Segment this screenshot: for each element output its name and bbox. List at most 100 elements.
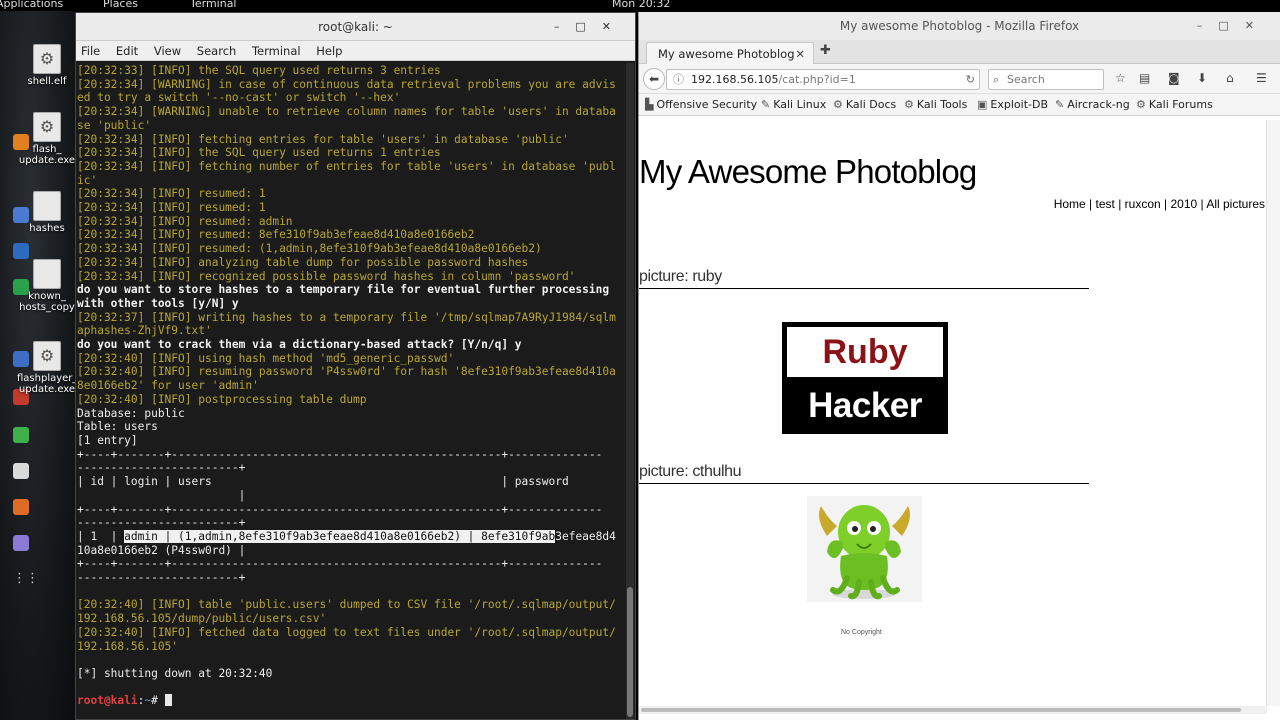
library-icon[interactable]: ▤ bbox=[1139, 71, 1150, 85]
desktop-icon-hashes[interactable]: hashes bbox=[17, 191, 77, 234]
nav-2010[interactable]: 2010 bbox=[1170, 197, 1197, 211]
bookmark-kali-docs[interactable]: ⚙ Kali Docs bbox=[833, 94, 896, 115]
desktop-icon-known-hosts[interactable]: known_ hosts_copy bbox=[17, 259, 77, 313]
url-host: 192.168.56.105 bbox=[691, 73, 779, 86]
terminal-scrollbar[interactable] bbox=[626, 63, 634, 719]
bookmark-offensive-security[interactable]: ▙ Offensive Security bbox=[645, 94, 757, 115]
show-apps-icon[interactable]: ⋮⋮ bbox=[13, 571, 39, 587]
terminal-line: [20:32:40] [INFO] postprocessing table d… bbox=[77, 392, 367, 406]
shell-prompt: root@kali:~# bbox=[77, 694, 626, 708]
search-input[interactable]: ⌕ Search bbox=[988, 69, 1104, 90]
page-vertical-scrollbar[interactable] bbox=[1266, 120, 1280, 706]
firefox-window[interactable]: My awesome Photoblog - Mozilla Firefox –… bbox=[638, 12, 1280, 720]
places-menu[interactable]: Places bbox=[103, 0, 138, 9]
back-button[interactable]: ⬅ bbox=[643, 68, 665, 90]
terminal-line: 8e0166eb2' for user 'admin' bbox=[77, 379, 259, 393]
close-icon[interactable]: ✕ bbox=[602, 20, 627, 33]
cursor bbox=[164, 694, 172, 707]
minimize-icon[interactable]: – bbox=[554, 20, 576, 33]
footer-text: No Copyright bbox=[841, 629, 882, 636]
ruby-hacker-image[interactable]: Ruby Hacker bbox=[782, 322, 948, 434]
terminal-line: [20:32:34] [INFO] fetching entries for t… bbox=[77, 132, 569, 146]
clock[interactable]: Mon 20:32 bbox=[612, 0, 670, 9]
terminal-line: do you want to crack them via a dictiona… bbox=[77, 338, 522, 352]
app-dock-icon[interactable] bbox=[13, 463, 29, 479]
bookmark-star-icon[interactable]: ☆ bbox=[1115, 71, 1126, 85]
cthulhu-image[interactable] bbox=[807, 496, 922, 602]
menu-view[interactable]: View bbox=[154, 44, 181, 58]
download-icon[interactable]: ⬇ bbox=[1197, 71, 1207, 85]
tab-strip: My awesome Photoblog ✕ ✚ bbox=[639, 40, 1280, 65]
navigation-toolbar: ⬅ ⓘ 192.168.56.105/cat.php?id=1 ↻ ⌕ Sear… bbox=[639, 64, 1280, 94]
terminal-line: | bbox=[77, 488, 246, 502]
bookmark-kali-linux[interactable]: ✎ Kali Linux bbox=[761, 94, 826, 115]
nav-all-pictures[interactable]: All pictures bbox=[1206, 197, 1265, 211]
url-path: /cat.php?id=1 bbox=[778, 73, 856, 86]
nav-test[interactable]: test bbox=[1096, 197, 1115, 211]
app-dock-icon[interactable] bbox=[13, 243, 29, 259]
new-tab-icon[interactable]: ✚ bbox=[820, 43, 831, 58]
terminal-line: ------------------------+ bbox=[77, 516, 246, 530]
bookmark-aircrack-ng[interactable]: ✎ Aircrack-ng bbox=[1055, 94, 1130, 115]
menu-icon[interactable]: ☰ bbox=[1256, 71, 1267, 85]
terminal-line: se 'public' bbox=[77, 118, 152, 132]
terminal-window[interactable]: root@kali: ~ –□✕ File Edit View Search T… bbox=[75, 12, 636, 720]
page-horizontal-scrollbar[interactable] bbox=[639, 706, 1267, 714]
app-dock-icon[interactable] bbox=[13, 427, 29, 443]
terminal-line: 192.168.56.105' bbox=[77, 639, 179, 653]
document-icon bbox=[33, 259, 61, 289]
terminal-line: | id | login | users | password bbox=[77, 475, 569, 489]
menu-search[interactable]: Search bbox=[197, 44, 237, 58]
terminal-titlebar[interactable]: root@kali: ~ –□✕ bbox=[76, 13, 635, 41]
terminal-line: do you want to store hashes to a tempora… bbox=[77, 283, 610, 297]
tab-photoblog[interactable]: My awesome Photoblog ✕ bbox=[646, 42, 814, 65]
terminal-line: [20:32:34] [INFO] resumed: 1 bbox=[77, 201, 266, 215]
gear-icon: ⚙ bbox=[33, 341, 61, 371]
terminal-line: [1 entry] bbox=[77, 433, 138, 447]
maximize-icon[interactable]: □ bbox=[575, 20, 601, 33]
menu-edit[interactable]: Edit bbox=[116, 44, 138, 58]
terminal-output[interactable]: [20:32:33] [INFO] the SQL query used ret… bbox=[76, 63, 626, 719]
close-tab-icon[interactable]: ✕ bbox=[795, 43, 805, 65]
url-bar[interactable]: ⓘ 192.168.56.105/cat.php?id=1 ↻ bbox=[666, 69, 980, 90]
home-icon[interactable]: ⌂ bbox=[1226, 71, 1234, 85]
app-dock-icon[interactable] bbox=[13, 535, 29, 551]
menu-terminal[interactable]: Terminal bbox=[252, 44, 301, 58]
bookmark-kali-tools[interactable]: ⚙ Kali Tools bbox=[904, 94, 967, 115]
terminal-line: [20:32:34] [INFO] recognized possible pa… bbox=[77, 269, 576, 283]
terminal-line: 192.168.56.105/dump/public/users.csv' bbox=[77, 612, 327, 626]
nav-ruxcon[interactable]: ruxcon bbox=[1125, 197, 1161, 211]
terminal-line: [20:32:40] [INFO] using hash method 'md5… bbox=[77, 351, 455, 365]
close-icon[interactable]: ✕ bbox=[1245, 19, 1270, 32]
applications-menu[interactable]: Applications bbox=[0, 0, 63, 9]
firefox-titlebar[interactable]: My awesome Photoblog - Mozilla Firefox –… bbox=[639, 12, 1280, 40]
gear-icon: ⚙ bbox=[33, 44, 61, 74]
desktop-icon-flashplayer-update[interactable]: ⚙ flashplayer_ update.exe bbox=[17, 341, 77, 395]
terminal-line: with other tools [y/N] y bbox=[77, 296, 239, 310]
terminal-menu[interactable]: Terminal bbox=[190, 0, 237, 9]
nav-home[interactable]: Home bbox=[1054, 197, 1086, 211]
pocket-icon[interactable]: ◙ bbox=[1168, 71, 1180, 85]
scrollbar-thumb[interactable] bbox=[627, 587, 633, 717]
terminal-line: Database: public bbox=[77, 406, 185, 420]
desktop-icon-flash-update[interactable]: ⚙ flash_ update.exe bbox=[17, 112, 77, 166]
terminal-text: | 1 | bbox=[77, 529, 125, 543]
reload-icon[interactable]: ↻ bbox=[966, 70, 975, 89]
info-icon[interactable]: ⓘ bbox=[673, 70, 684, 89]
menu-file[interactable]: File bbox=[81, 44, 100, 58]
maximize-icon[interactable]: □ bbox=[1218, 19, 1244, 32]
bookmark-exploit-db[interactable]: ▣ Exploit-DB bbox=[977, 94, 1048, 115]
prompt-symbol: # bbox=[151, 694, 165, 708]
terminal-line: [20:32:40] [INFO] fetched data logged to… bbox=[77, 625, 616, 639]
scrollbar-thumb[interactable] bbox=[641, 708, 1241, 712]
bookmark-favicon-icon: ✎ bbox=[1055, 98, 1065, 111]
bookmark-kali-forums[interactable]: ⚙ Kali Forums bbox=[1136, 94, 1213, 115]
terminal-line: [20:32:34] [INFO] fetching number of ent… bbox=[77, 159, 616, 173]
menu-help[interactable]: Help bbox=[316, 44, 342, 58]
terminal-line: [20:32:40] [INFO] table 'public.users' d… bbox=[77, 598, 616, 612]
minimize-icon[interactable]: – bbox=[1197, 19, 1219, 32]
site-nav: Home | test | ruxcon | 2010 | All pictur… bbox=[1053, 197, 1265, 211]
desktop-icon-shell-elf[interactable]: ⚙ shell.elf bbox=[17, 44, 77, 87]
app-dock-icon[interactable] bbox=[13, 499, 29, 515]
